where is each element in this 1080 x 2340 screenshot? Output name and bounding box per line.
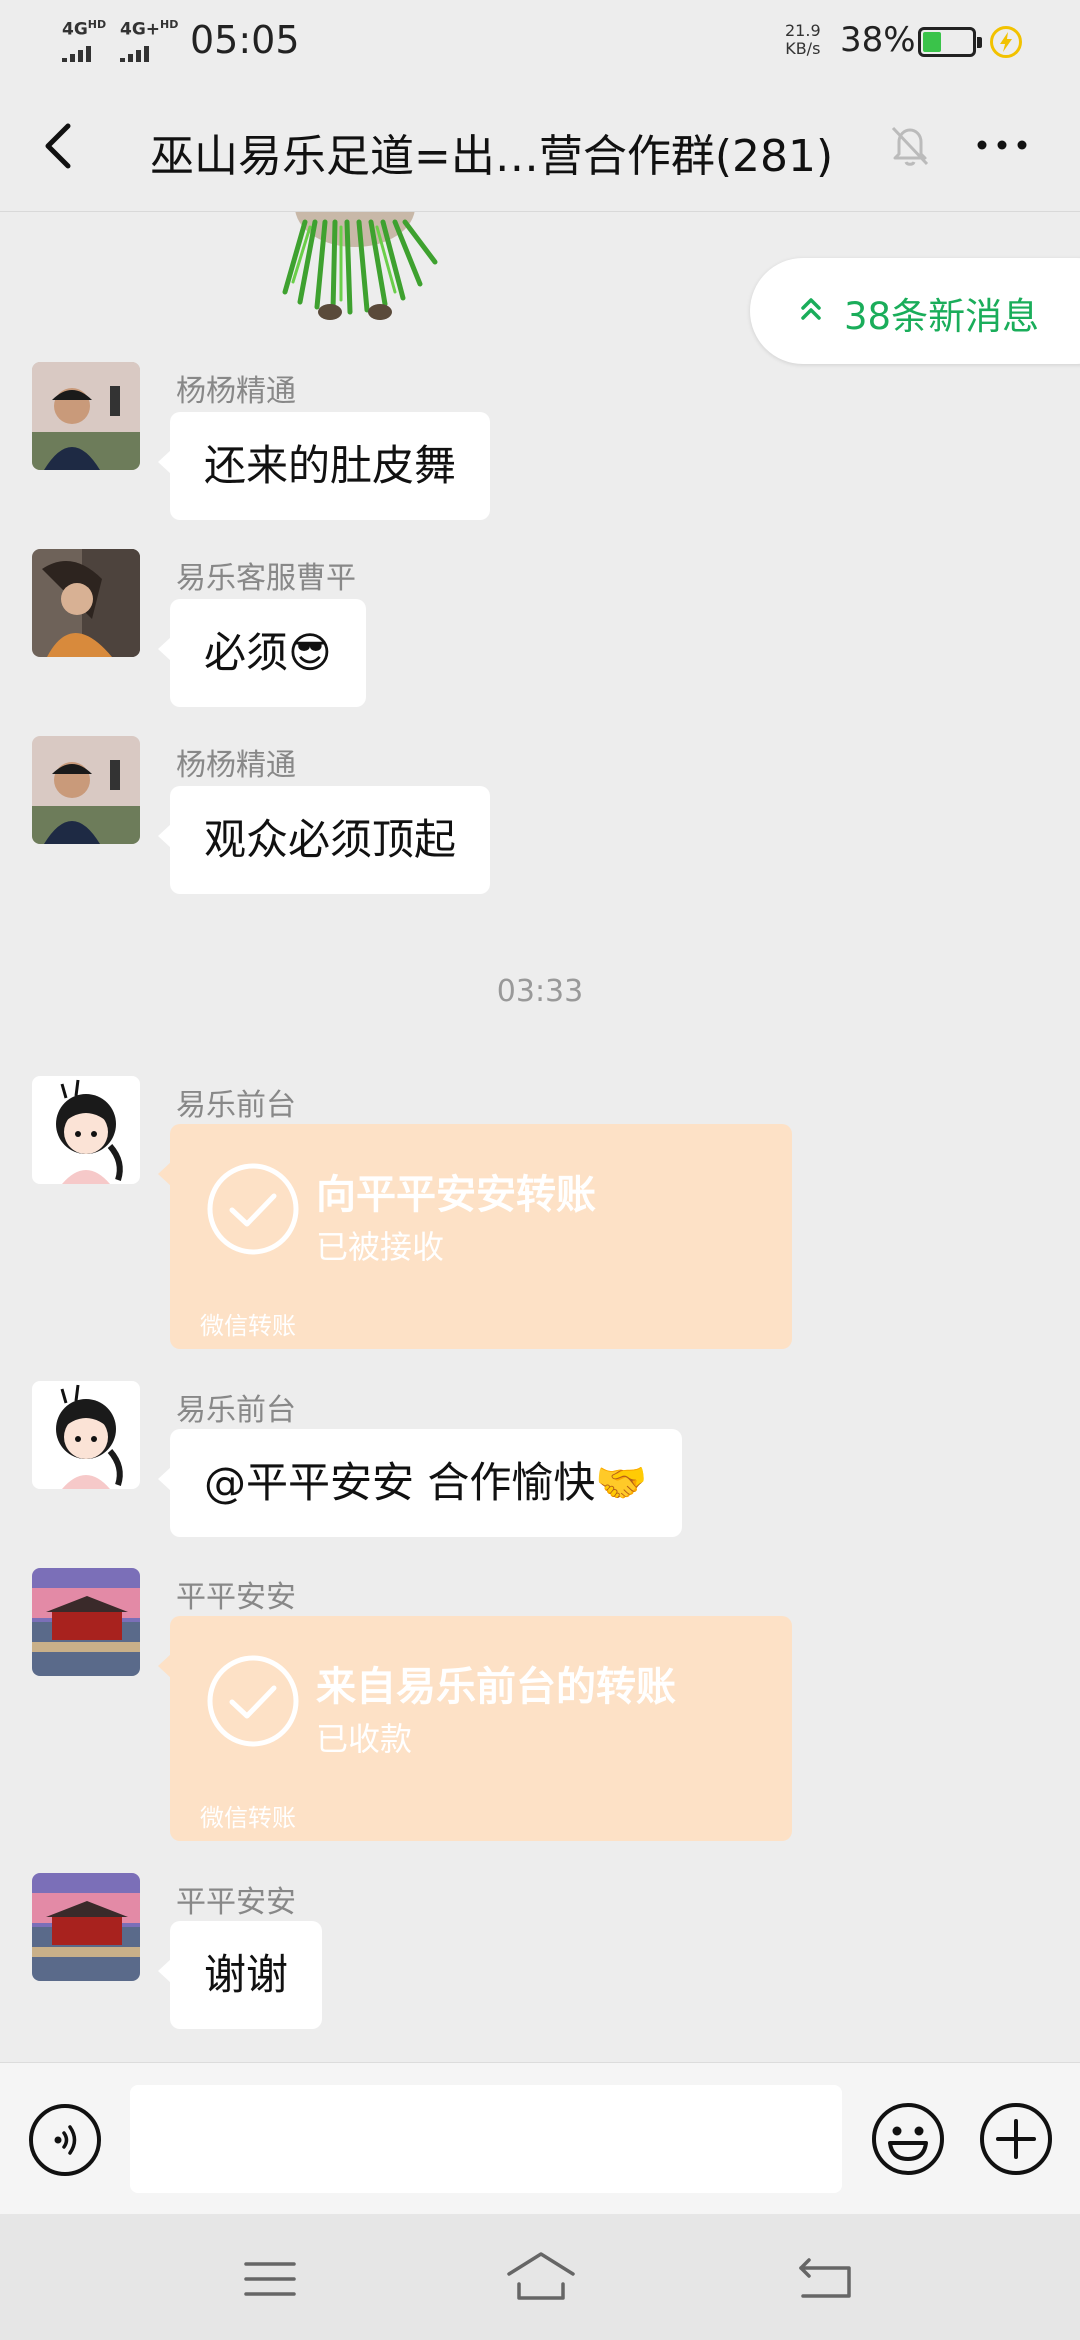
signal-type-1: 4G [62,19,88,40]
nav-back-button[interactable] [795,2252,857,2302]
nav-menu-button[interactable] [240,2254,300,2304]
transfer-card[interactable]: 向平平安安转账 已被接收 微信转账 [158,1124,792,1349]
transfer-title: 向平平安安转账 [316,1172,596,1218]
sticker-image[interactable] [255,212,465,322]
transfer-card[interactable]: 来自易乐前台的转账 已收款 微信转账 [158,1616,792,1841]
avatar[interactable] [32,736,140,844]
message-bubble[interactable]: 观众必须顶起 [157,786,491,894]
message-bubble[interactable]: @平平安安 合作愉快🤝 [158,1429,682,1537]
new-messages-button[interactable]: 38条新消息 [750,258,1080,364]
input-bar [0,2062,1080,2214]
chat-header: 巫山易乐足道=出…营合作群(281) [0,80,1080,212]
message-sender: 易乐前台 [176,1393,296,1428]
system-nav-bar [0,2214,1080,2340]
battery-icon [918,27,982,57]
check-circle-icon [207,1655,299,1747]
back-icon [799,2258,851,2298]
transfer-title: 来自易乐前台的转账 [316,1664,676,1710]
chevron-left-icon [45,123,71,169]
emoji-icon [872,2103,944,2175]
signal-bars-1-icon [62,42,106,62]
avatar[interactable] [32,1381,140,1489]
menu-icon [244,2262,296,2296]
message-bubble[interactable]: 必须😎 [158,599,366,707]
more-dots-icon [977,140,1027,150]
status-bar: 4GHD 4G+HD 05:05 21.9 KB/s 38% [0,0,1080,80]
transfer-footer: 微信转账 [200,1312,296,1340]
message-sender: 平平安安 [176,1580,296,1615]
nav-home-button[interactable] [505,2248,577,2304]
transfer-status: 已被接收 [316,1228,445,1266]
new-messages-label: 38条新消息 [844,295,1040,338]
avatar[interactable] [32,1873,140,1981]
network-speed-value: 21.9 [785,21,821,40]
message-sender: 易乐客服曹平 [176,561,356,596]
plus-icon [980,2103,1052,2175]
message-sender: 杨杨精通 [176,748,296,783]
plus-button[interactable] [978,2101,1054,2177]
message-sender: 平平安安 [176,1885,296,1920]
network-speed-unit: KB/s [785,39,821,58]
avatar[interactable] [32,549,140,657]
signal-type-2: 4G+ [120,19,161,40]
mute-indicator [885,120,935,170]
signal-indicator-1: 4GHD [62,18,106,62]
signal-bars-2-icon [120,42,178,62]
signal-sup-2: HD [160,18,179,31]
bell-off-icon [891,126,929,166]
network-speed: 21.9 KB/s [785,22,821,58]
avatar[interactable] [32,1568,140,1676]
transfer-status: 已收款 [316,1720,413,1758]
message-bubble[interactable]: 还来的肚皮舞 [157,412,491,520]
chat-title: 巫山易乐足道=出…营合作群(281) [150,131,834,182]
battery-fill [923,32,941,52]
message-bubble[interactable]: 谢谢 [157,1921,323,2029]
message-input[interactable] [130,2085,842,2193]
check-circle-icon [207,1163,299,1255]
battery-percent: 38% [840,20,916,60]
chat-timestamp: 03:33 [496,974,584,1009]
charging-icon [990,26,1022,58]
double-chevron-up-icon [801,298,821,320]
message-sender: 易乐前台 [176,1088,296,1123]
transfer-footer: 微信转账 [200,1804,296,1832]
avatar[interactable] [32,362,140,470]
signal-sup-1: HD [87,18,107,31]
more-button[interactable] [972,120,1032,170]
clock: 05:05 [190,18,300,62]
home-icon [507,2252,575,2300]
back-button[interactable] [36,116,96,176]
emoji-button[interactable] [870,2101,946,2177]
signal-indicator-2: 4G+HD [120,18,178,62]
voice-button[interactable] [28,2103,102,2177]
voice-icon [29,2104,101,2176]
avatar[interactable] [32,1076,140,1184]
message-sender: 杨杨精通 [176,374,296,409]
